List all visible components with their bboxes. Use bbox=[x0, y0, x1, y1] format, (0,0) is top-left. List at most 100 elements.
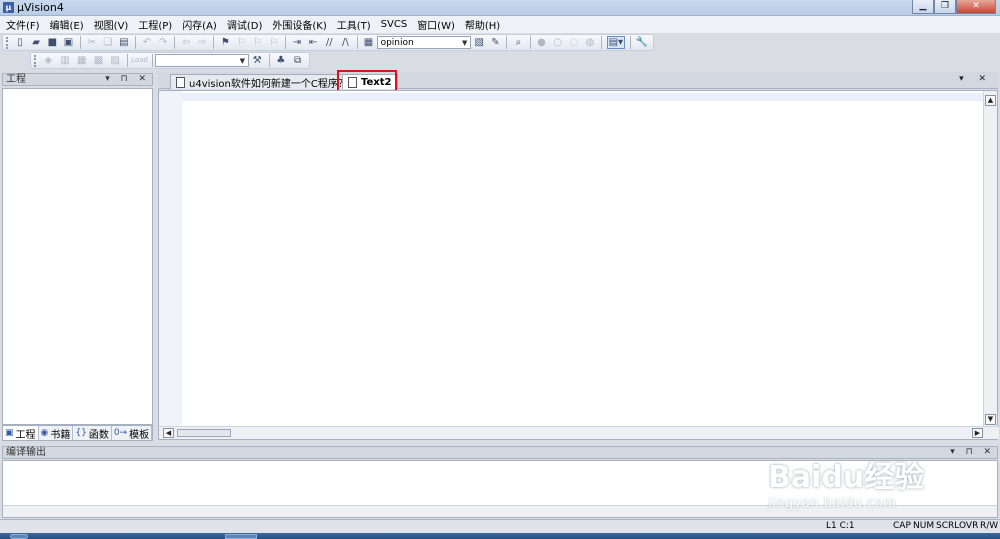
batch-build-icon[interactable]: ▩ bbox=[92, 54, 105, 67]
rebuild-icon[interactable]: ▦ bbox=[75, 54, 88, 67]
toolbar-grip[interactable] bbox=[6, 36, 9, 49]
toolbar-separator bbox=[213, 36, 215, 49]
tab-label: 模板 bbox=[129, 429, 150, 441]
tab-books[interactable]: ◉ 书籍 bbox=[39, 426, 74, 441]
disable-breakpoint-icon[interactable]: ◌ bbox=[568, 36, 580, 49]
save-icon[interactable]: ■ bbox=[46, 36, 58, 49]
unindent-icon[interactable]: ⇤ bbox=[307, 36, 319, 49]
configure-icon[interactable]: 🔧 bbox=[636, 36, 648, 49]
build-icon[interactable]: ▥ bbox=[59, 54, 72, 67]
menu-debug[interactable]: 调试(D) bbox=[227, 17, 263, 32]
cut-icon[interactable]: ✂ bbox=[85, 36, 97, 49]
debug-start-icon[interactable]: ● bbox=[535, 36, 547, 49]
bookmark-icon[interactable]: ⚑ bbox=[219, 36, 231, 49]
project-tree[interactable] bbox=[2, 88, 153, 425]
new-file-icon[interactable]: ▯ bbox=[14, 36, 26, 49]
breakpoint-icon[interactable]: ○ bbox=[552, 36, 564, 49]
chevron-down-icon[interactable]: ▼ bbox=[238, 56, 247, 66]
window-layout-icon[interactable]: ▤▾ bbox=[606, 36, 625, 49]
select-packs-icon[interactable]: ⧉ bbox=[291, 54, 304, 67]
minimize-button[interactable]: ▁ bbox=[912, 0, 934, 14]
stop-build-icon[interactable]: ▨ bbox=[109, 54, 122, 67]
menu-tools[interactable]: 工具(T) bbox=[337, 17, 371, 32]
tab-project[interactable]: ▣ 工程 bbox=[3, 426, 39, 441]
menu-file[interactable]: 文件(F) bbox=[6, 17, 40, 32]
toolbar-separator bbox=[79, 36, 81, 49]
cursor-position: L1 C:1 bbox=[826, 521, 855, 531]
restore-button[interactable]: ❐ bbox=[934, 0, 956, 14]
replace-icon[interactable]: ✎ bbox=[489, 36, 501, 49]
toolbar-grip[interactable] bbox=[34, 54, 37, 67]
clear-bookmarks-icon[interactable]: ⚐ bbox=[268, 36, 280, 49]
indent-icon[interactable]: ⇥ bbox=[291, 36, 303, 49]
find-combo[interactable]: opinion ▼ bbox=[376, 36, 472, 49]
chevron-down-icon[interactable]: ▼ bbox=[460, 38, 469, 48]
paste-icon[interactable]: ▤ bbox=[118, 36, 130, 49]
templates-icon: 0→ bbox=[113, 428, 128, 438]
editor-area[interactable]: ▲ ▼ ◀ ▶ bbox=[158, 90, 999, 440]
tab-functions[interactable]: {} 函数 bbox=[73, 426, 112, 441]
scroll-thumb[interactable] bbox=[177, 429, 231, 437]
build-output[interactable] bbox=[2, 460, 998, 518]
toolbar-separator bbox=[506, 36, 508, 49]
menu-flash[interactable]: 闪存(A) bbox=[182, 17, 217, 32]
status-bar: L1 C:1 CAP NUM SCRL OVR R/W bbox=[0, 519, 1000, 533]
tab-templates[interactable]: 0→ 模板 bbox=[112, 426, 153, 441]
window-title: µVision4 bbox=[17, 1, 64, 14]
scroll-down-icon[interactable]: ▼ bbox=[985, 414, 996, 425]
load-icon[interactable]: Load bbox=[131, 54, 148, 67]
copy-icon[interactable]: ❏ bbox=[102, 36, 114, 49]
manage-components-icon[interactable]: ♣ bbox=[274, 54, 287, 67]
find-icon[interactable]: ▧ bbox=[473, 36, 485, 49]
scroll-right-icon[interactable]: ▶ bbox=[972, 428, 983, 438]
menu-window[interactable]: 窗口(W) bbox=[417, 17, 455, 32]
uncomment-icon[interactable]: /\ bbox=[339, 36, 351, 49]
tab-document-1[interactable]: u4vision软件如何新建一个C程序？ bbox=[170, 74, 355, 90]
toolbar-separator bbox=[284, 36, 286, 49]
menu-help[interactable]: 帮助(H) bbox=[465, 17, 500, 32]
file-toolbar: ▯ ▰ ■ ▣ ✂ ❏ ▤ ↶ ↷ ⇦ ⇨ ⚑ ⚐ ⚐ ⚐ ⇥ ⇤ // /\ … bbox=[2, 34, 654, 51]
redo-icon[interactable]: ↷ bbox=[157, 36, 169, 49]
incremental-find-icon[interactable]: ⌕ bbox=[512, 36, 524, 49]
undo-icon[interactable]: ↶ bbox=[141, 36, 153, 49]
menu-project[interactable]: 工程(P) bbox=[138, 17, 172, 32]
target-combo[interactable]: ▼ bbox=[155, 54, 249, 67]
find-combo-value: opinion bbox=[380, 37, 414, 48]
horizontal-scrollbar[interactable]: ◀ ▶ bbox=[159, 426, 999, 439]
status-scrl: SCRL bbox=[936, 521, 960, 531]
menu-edit[interactable]: 编辑(E) bbox=[50, 17, 84, 32]
output-panel-title: 编译输出 bbox=[6, 447, 46, 458]
editor-tab-controls[interactable]: ▾ ✕ bbox=[959, 74, 992, 84]
scroll-left-icon[interactable]: ◀ bbox=[163, 428, 174, 438]
editor-tab-strip: u4vision软件如何新建一个C程序？ Text2 ▾ ✕ bbox=[158, 72, 998, 90]
start-button[interactable] bbox=[10, 534, 28, 539]
toolbar-separator bbox=[174, 36, 176, 49]
close-button[interactable]: ✕ bbox=[956, 0, 996, 14]
open-folder-icon[interactable]: ▰ bbox=[30, 36, 42, 49]
vertical-scrollbar[interactable]: ▲ ▼ bbox=[983, 91, 997, 427]
menu-svcs[interactable]: SVCS bbox=[381, 19, 408, 30]
menu-view[interactable]: 视图(V) bbox=[94, 17, 129, 32]
next-bookmark-icon[interactable]: ⚐ bbox=[252, 36, 264, 49]
navigate-forward-icon[interactable]: ⇨ bbox=[196, 36, 208, 49]
tab-label: u4vision软件如何新建一个C程序？ bbox=[189, 78, 348, 90]
panel-controls[interactable]: ▾ ⊓ ✕ bbox=[105, 74, 150, 85]
toolbar-separator bbox=[529, 36, 531, 49]
kill-breakpoints-icon[interactable]: ◍ bbox=[584, 36, 596, 49]
comment-icon[interactable]: // bbox=[323, 36, 335, 49]
prev-bookmark-icon[interactable]: ⚐ bbox=[235, 36, 247, 49]
menu-peripherals[interactable]: 外围设备(K) bbox=[272, 17, 326, 32]
toolbar-separator bbox=[601, 36, 602, 49]
save-all-icon[interactable]: ▣ bbox=[62, 36, 74, 49]
title-bar: µ µVision4 ▁ ❐ ✕ bbox=[0, 0, 1000, 16]
horizontal-scrollbar[interactable] bbox=[3, 505, 997, 517]
taskbar-app[interactable] bbox=[225, 534, 257, 539]
target-options-icon[interactable]: ⚒ bbox=[251, 54, 264, 67]
translate-icon[interactable]: ◈ bbox=[42, 54, 55, 67]
scroll-up-icon[interactable]: ▲ bbox=[985, 95, 996, 106]
document-icon bbox=[176, 77, 185, 88]
panel-controls[interactable]: ▾ ⊓ ✕ bbox=[950, 447, 995, 458]
navigate-back-icon[interactable]: ⇦ bbox=[180, 36, 192, 49]
find-in-files-icon[interactable]: ▦ bbox=[362, 36, 374, 49]
books-icon: ◉ bbox=[40, 428, 49, 438]
